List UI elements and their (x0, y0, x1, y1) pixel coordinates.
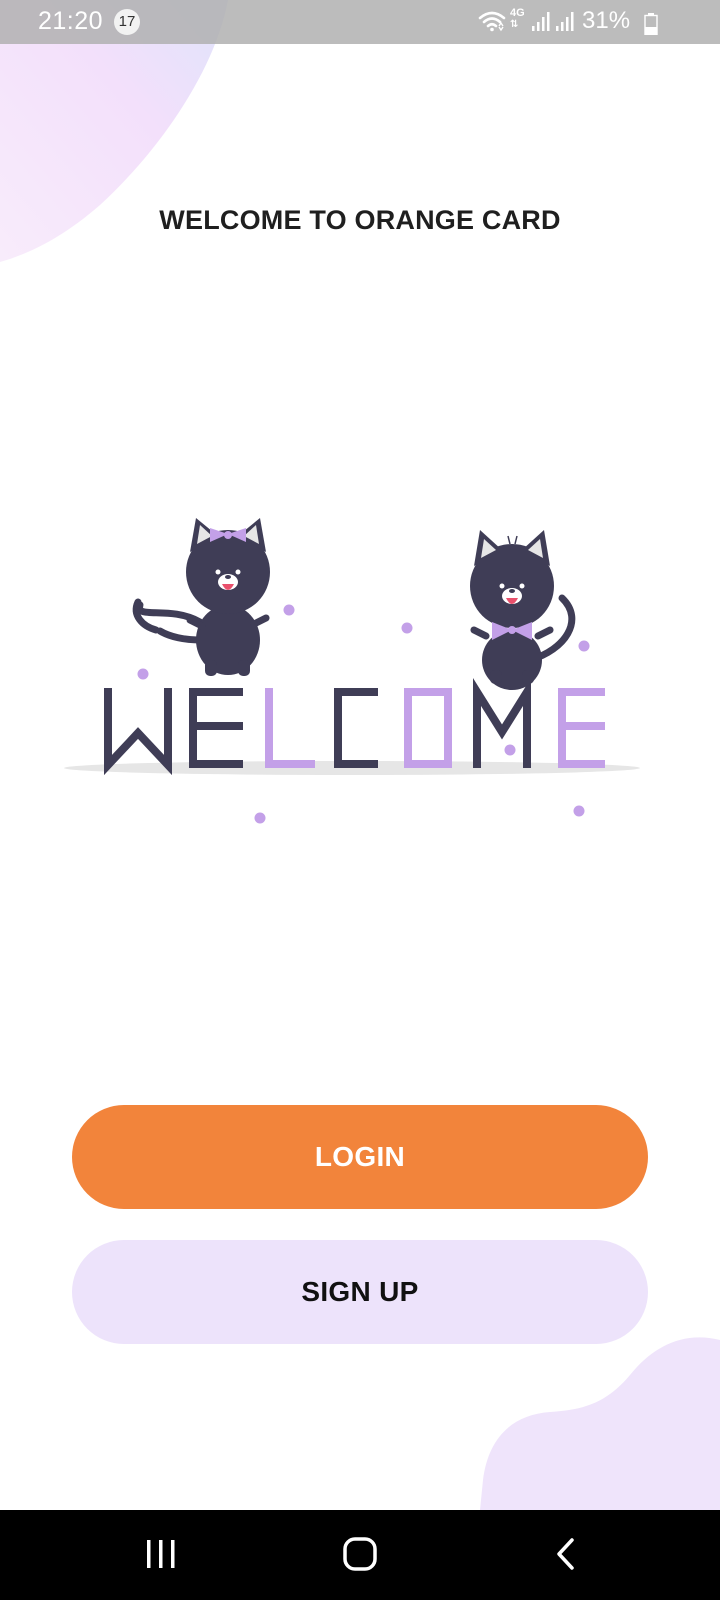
letter-c (334, 688, 378, 768)
navigation-bar (0, 1510, 720, 1600)
decorative-blob-bottom (480, 1337, 720, 1510)
decorative-dot (283, 604, 295, 616)
signal-icon (532, 12, 550, 31)
welcome-word-graphic (104, 678, 605, 776)
signal-icon (556, 12, 574, 31)
back-icon[interactable] (552, 1536, 582, 1572)
letter-e (189, 688, 243, 768)
recents-icon[interactable] (144, 1536, 178, 1572)
left-cat (132, 518, 270, 676)
decorative-dot (401, 622, 413, 634)
welcome-cats-illustration (64, 518, 640, 824)
page-title: WELCOME TO ORANGE CARD (159, 205, 561, 235)
letter-o (404, 688, 452, 768)
decorative-dot (504, 744, 516, 756)
wifi-icon (478, 11, 506, 32)
letter-m (473, 678, 531, 768)
decorative-dot (254, 812, 266, 824)
right-cat (470, 530, 576, 690)
sign-up-button[interactable]: SIGN UP (72, 1240, 648, 1344)
home-icon[interactable] (342, 1536, 378, 1572)
status-icons: 4G ⇅ 31% (478, 7, 668, 36)
network-type-label: 4G (510, 7, 525, 19)
decorative-dot (578, 640, 590, 652)
battery-icon (644, 13, 658, 35)
status-time: 21:20 (38, 7, 104, 35)
letter-e-accent (558, 688, 605, 768)
notification-count-badge: 17 (114, 9, 140, 35)
status-bar: 21:20 17 4G ⇅ 31% (0, 0, 720, 44)
welcome-screen: 21:20 17 4G ⇅ 31% WELCOME TO ORANGE CARD… (0, 0, 720, 1600)
decorative-dot (573, 805, 585, 817)
decorative-dot (137, 668, 149, 680)
letter-w (104, 688, 172, 776)
4g-icon: 4G ⇅ (510, 7, 525, 31)
letter-l (265, 688, 315, 768)
battery-percent: 31% (582, 7, 631, 34)
login-button[interactable]: LOGIN (72, 1105, 648, 1209)
